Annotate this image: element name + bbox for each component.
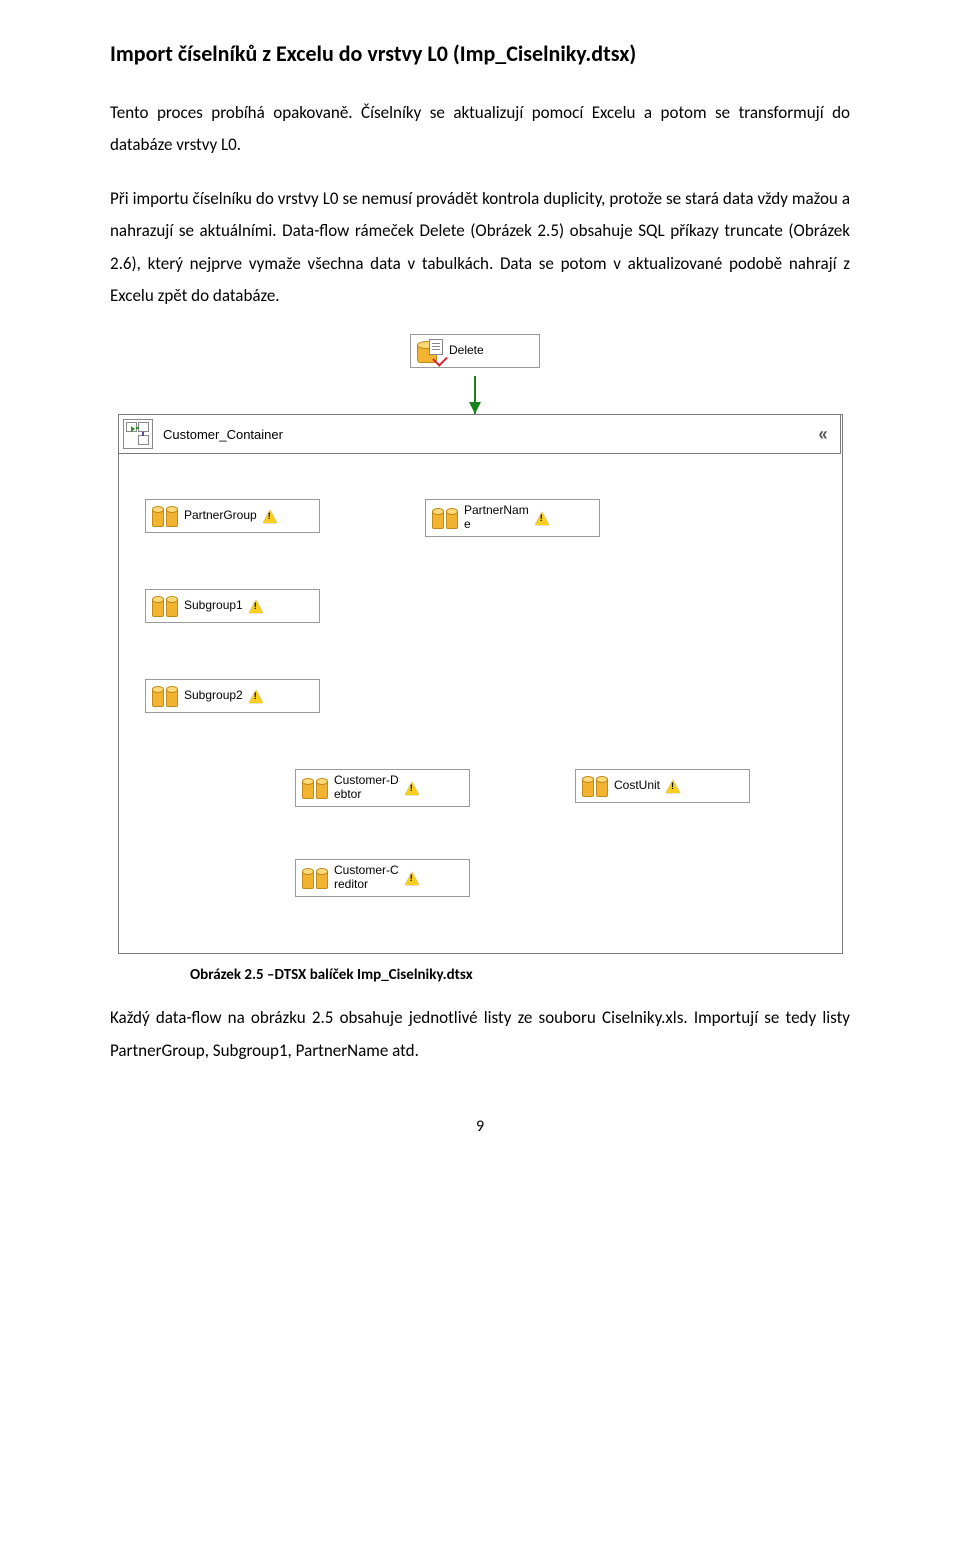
- task-delete: Delete: [410, 334, 540, 368]
- warning-icon: [249, 690, 263, 703]
- task-label: Delete: [449, 344, 484, 358]
- warning-icon: [405, 782, 419, 795]
- heading: Import číselníků z Excelu do vrstvy L0 (…: [110, 40, 850, 69]
- task-subgroup2: Subgroup2: [145, 679, 320, 713]
- warning-icon: [535, 512, 549, 525]
- task-label: Subgroup1: [184, 599, 243, 613]
- collapse-icon: «: [818, 424, 827, 445]
- diagram-figure: Delete Customer_Container « PartnerGroup: [110, 334, 850, 954]
- task-partnername: PartnerNam e: [425, 499, 600, 537]
- task-customer-creditor: Customer-C reditor: [295, 859, 470, 897]
- task-label: Subgroup2: [184, 689, 243, 703]
- warning-icon: [263, 510, 277, 523]
- paragraph-2: Při importu číselníku do vrstvy L0 se ne…: [110, 183, 850, 312]
- sequence-icon: [123, 419, 153, 449]
- task-partnergroup: PartnerGroup: [145, 499, 320, 533]
- dataflow-icon: [152, 505, 178, 527]
- warning-icon: [405, 872, 419, 885]
- task-subgroup1: Subgroup1: [145, 589, 320, 623]
- dataflow-icon: [152, 595, 178, 617]
- task-label: PartnerGroup: [184, 509, 257, 523]
- dataflow-icon: [432, 507, 458, 529]
- task-label: Customer-D ebtor: [334, 774, 399, 802]
- dataflow-icon: [302, 867, 328, 889]
- dataflow-icon: [582, 775, 608, 797]
- dataflow-icon: [152, 685, 178, 707]
- task-costunit: CostUnit: [575, 769, 750, 803]
- sql-task-icon: [417, 339, 443, 363]
- figure-caption: Obrázek 2.5 –DTSX balíček Imp_Ciselniky.…: [190, 966, 850, 984]
- paragraph-3: Každý data-flow na obrázku 2.5 obsahuje …: [110, 1002, 850, 1067]
- dataflow-icon: [302, 777, 328, 799]
- container-title: Customer_Container: [163, 427, 283, 442]
- paragraph-1: Tento proces probíhá opakovaně. Číselník…: [110, 97, 850, 162]
- warning-icon: [666, 780, 680, 793]
- container-header: Customer_Container «: [118, 414, 841, 454]
- task-label: PartnerNam e: [464, 504, 529, 532]
- warning-icon: [249, 600, 263, 613]
- task-customer-debtor: Customer-D ebtor: [295, 769, 470, 807]
- task-label: Customer-C reditor: [334, 864, 399, 892]
- page-number: 9: [110, 1117, 850, 1136]
- task-label: CostUnit: [614, 779, 660, 793]
